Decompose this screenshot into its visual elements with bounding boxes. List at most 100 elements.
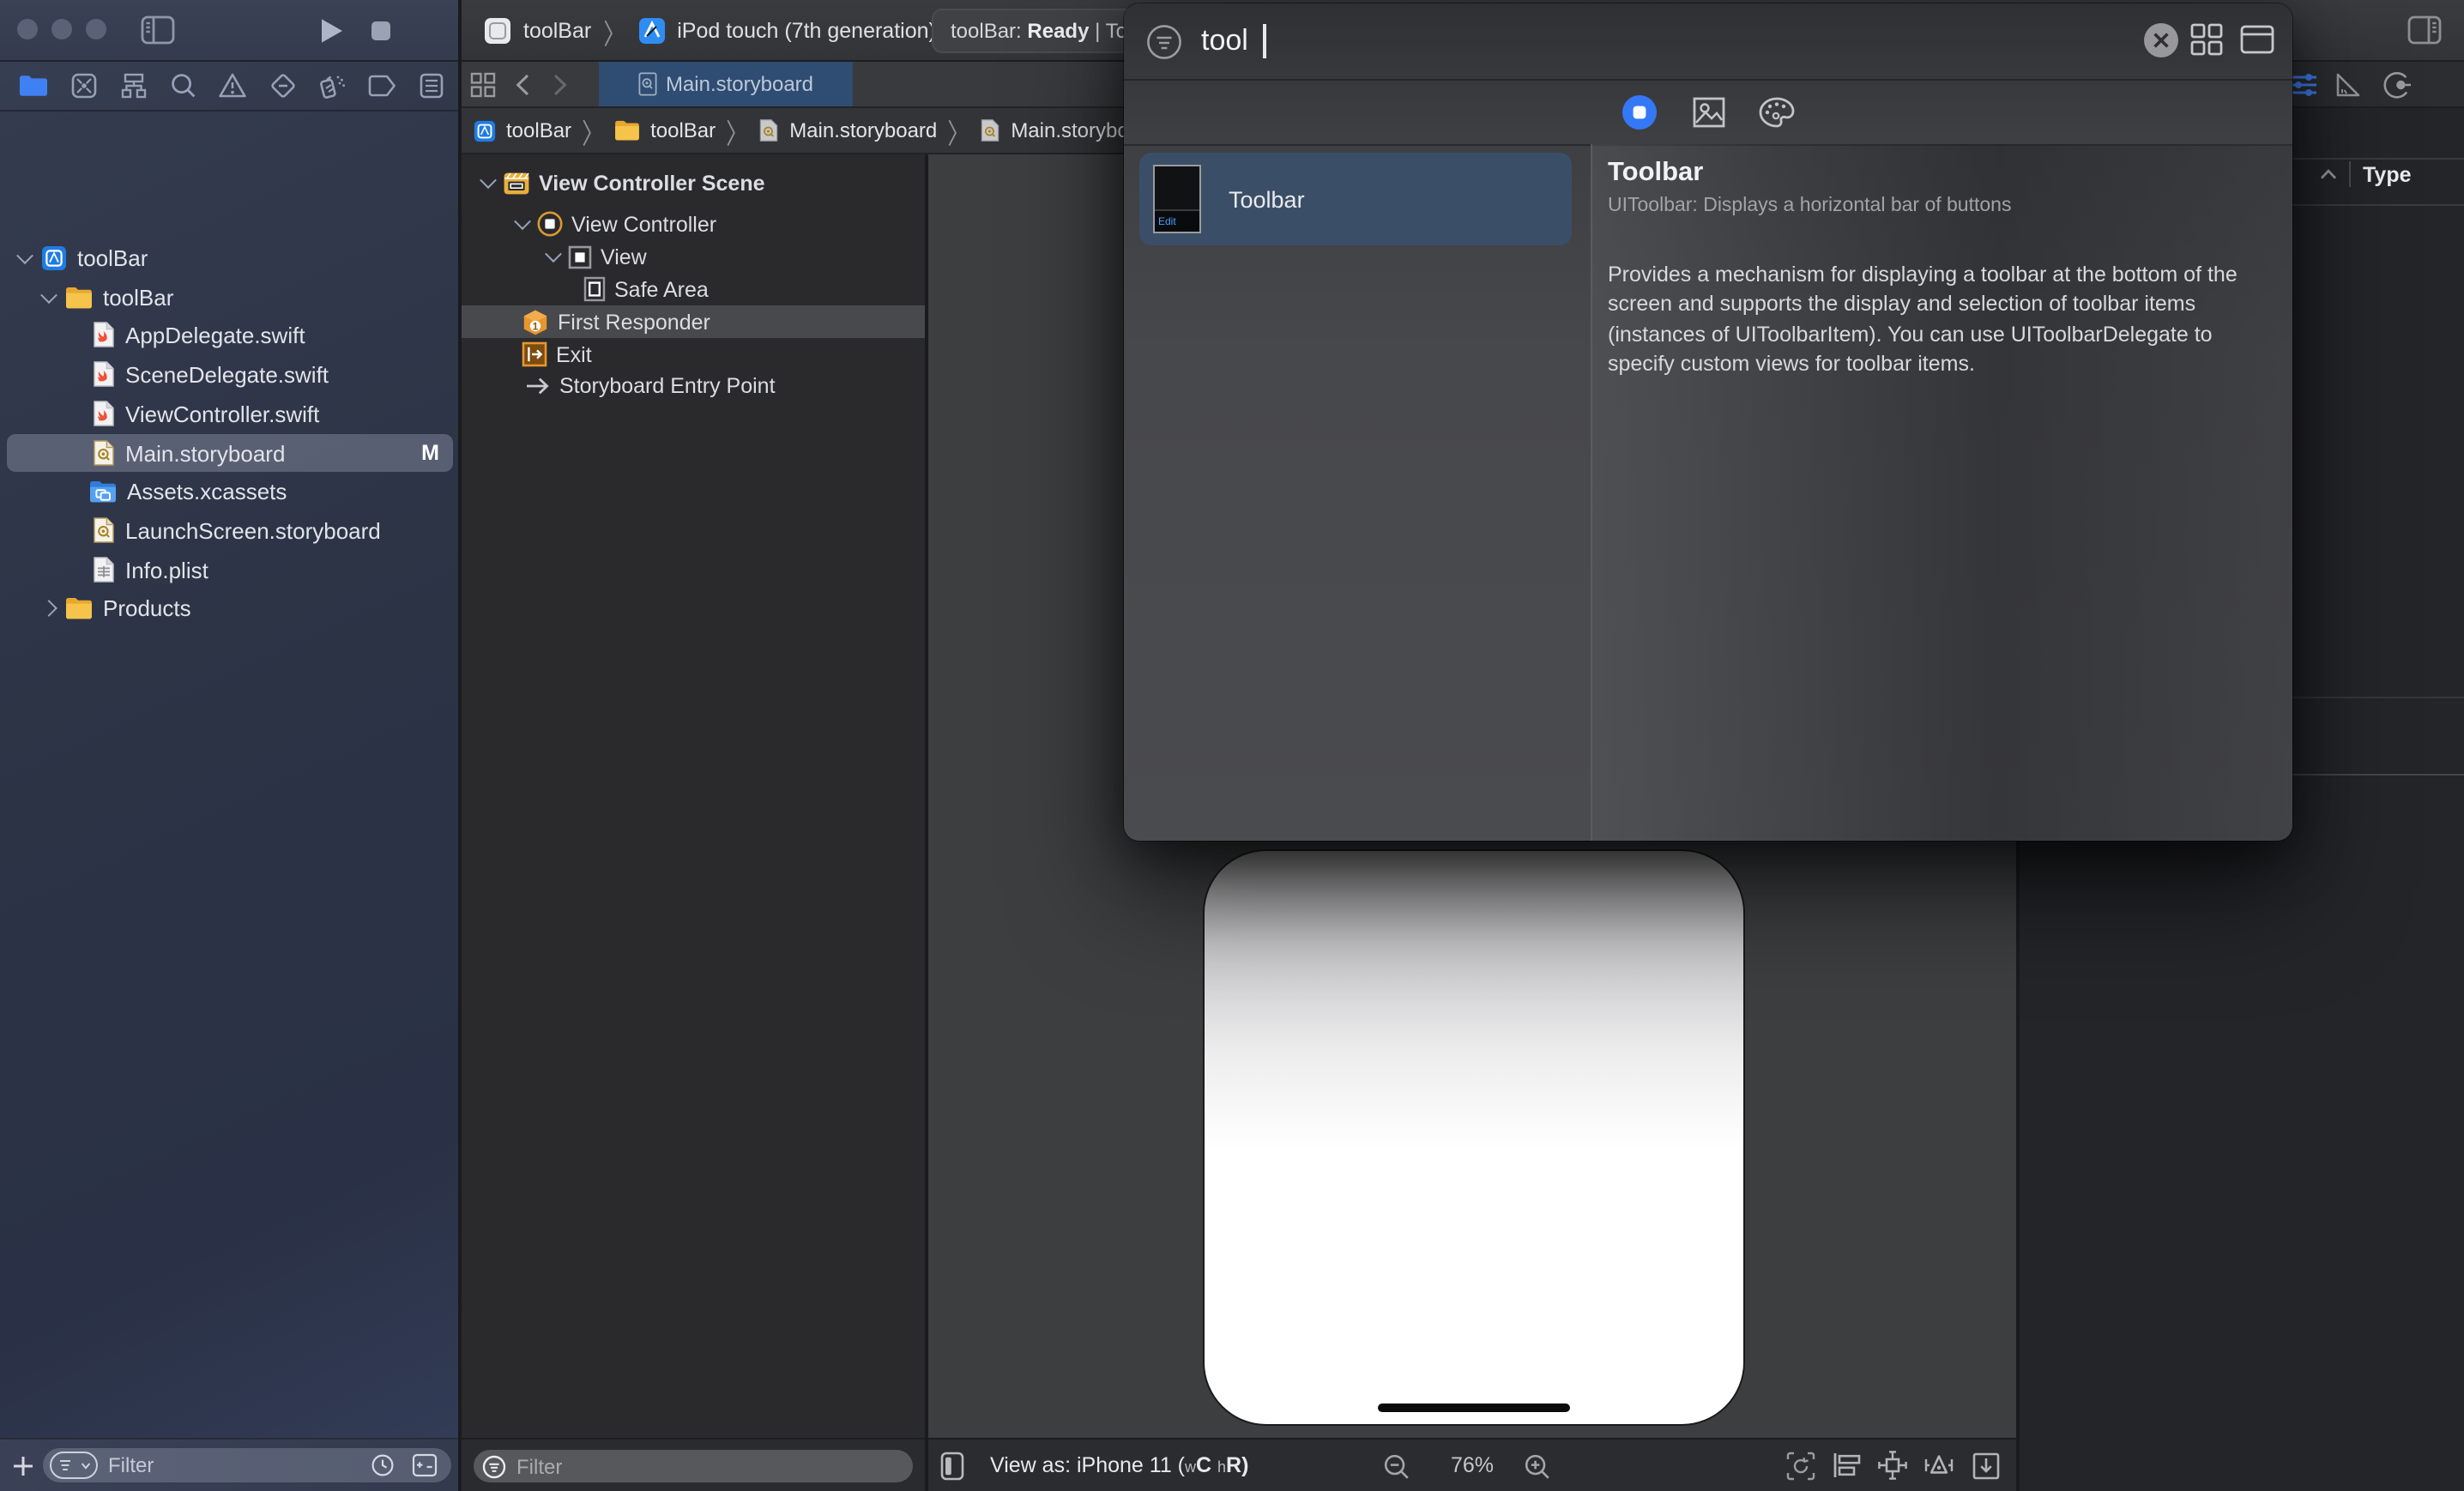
outline-label: View Controller Scene <box>539 171 765 195</box>
tab-grid-icon <box>470 72 496 98</box>
tab-connections-inspector[interactable] <box>2382 70 2413 100</box>
list-view-button[interactable] <box>2239 22 2275 57</box>
tab-report-navigator[interactable] <box>407 61 456 111</box>
first-responder-icon: 1 <box>522 308 549 335</box>
app-scheme-icon <box>484 17 511 45</box>
filter-scope-icon[interactable] <box>50 1452 98 1479</box>
minimize-window-button[interactable] <box>51 19 72 39</box>
source-control-icon <box>69 72 97 100</box>
zoom-in-button[interactable] <box>1524 1453 1551 1481</box>
storyboard-file-icon <box>93 516 115 544</box>
disclosure-closed-icon[interactable] <box>40 599 57 616</box>
tab-breakpoint-navigator[interactable] <box>357 61 407 111</box>
source-control-status-filter-button[interactable] <box>412 1453 438 1477</box>
tab-symbol-navigator[interactable] <box>108 61 158 111</box>
file-label: Products <box>103 595 191 620</box>
recent-files-filter-button[interactable] <box>371 1453 395 1477</box>
outline-row-view-controller[interactable]: View Controller <box>460 208 927 240</box>
resolve-issues-icon <box>1923 1452 1954 1479</box>
disclosure-open-icon[interactable] <box>480 172 497 189</box>
outline-splitter[interactable] <box>925 154 928 1491</box>
tab-media-library[interactable] <box>1690 93 1728 130</box>
outline-label: Safe Area <box>614 277 709 301</box>
outline-label: Exit <box>556 342 592 366</box>
library-result-toolbar[interactable]: Edit Toolbar <box>1139 153 1572 245</box>
navigator-row-viewcontroller[interactable]: ViewController.swift <box>0 395 460 432</box>
breadcrumb[interactable]: toolBar <box>650 118 716 142</box>
editor-tab-main-storyboard[interactable]: Main.storyboard <box>599 62 853 106</box>
tab-issue-navigator[interactable] <box>208 61 257 111</box>
toggle-outline-button[interactable] <box>940 1452 964 1481</box>
outline-row-first-responder[interactable]: 1 First Responder <box>460 305 927 338</box>
tab-objects-library[interactable] <box>1620 93 1658 130</box>
close-window-button[interactable] <box>17 19 38 39</box>
zoom-level[interactable]: 76% <box>1441 1453 1503 1477</box>
navigator-row-assets[interactable]: Assets.xcassets <box>0 472 460 510</box>
width-class: C <box>1196 1453 1217 1477</box>
plus-minus-box-icon <box>412 1453 438 1477</box>
outline-filter-field[interactable]: Filter <box>474 1450 913 1482</box>
go-forward-button[interactable] <box>553 74 568 96</box>
outline-row-view[interactable]: View <box>460 240 927 273</box>
embed-in-button[interactable] <box>1972 1452 2001 1481</box>
file-label: SceneDelegate.swift <box>125 361 329 387</box>
zoom-out-button[interactable] <box>1383 1453 1410 1481</box>
clear-search-button[interactable] <box>2143 22 2179 58</box>
tab-color-library[interactable] <box>1759 93 1797 130</box>
size-ruler-icon <box>2334 70 2363 100</box>
navigator-row-scenedelegate[interactable]: SceneDelegate.swift <box>0 355 460 393</box>
asset-catalog-icon <box>89 480 117 502</box>
navigator-filter-field[interactable]: Filter <box>43 1448 451 1482</box>
navigator-row-products[interactable]: Products <box>0 589 460 626</box>
view-as-control[interactable]: View as: iPhone 11 (wC hR) <box>990 1453 1248 1477</box>
outline-label: View <box>601 244 647 269</box>
outline-filter-bar: Filter <box>460 1438 927 1491</box>
disclosure-open-icon[interactable] <box>514 213 531 230</box>
inspector-section-header[interactable]: Type <box>2320 161 2412 187</box>
navigator-row-infoplist[interactable]: Info.plist <box>0 551 460 589</box>
resolve-autolayout-button[interactable] <box>1923 1452 1954 1479</box>
breadcrumb[interactable]: Main.storyboard <box>789 118 937 142</box>
stop-button[interactable] <box>371 21 391 41</box>
disclosure-open-icon[interactable] <box>545 245 562 263</box>
grid-view-button[interactable] <box>2189 22 2224 57</box>
tab-source-control[interactable] <box>58 61 108 111</box>
file-label: toolBar <box>103 284 173 310</box>
outline-row-exit[interactable]: Exit <box>460 338 927 371</box>
breadcrumb[interactable]: toolBar <box>506 118 571 142</box>
library-search-input[interactable] <box>1201 24 1853 58</box>
align-button[interactable] <box>1833 1452 1862 1479</box>
navigator-row-project-root[interactable]: toolBar <box>0 238 460 276</box>
tab-overview-button[interactable] <box>470 72 496 98</box>
tab-attributes-inspector[interactable] <box>2289 70 2318 100</box>
toggle-left-sidebar-button[interactable] <box>141 15 175 45</box>
add-constraints-button[interactable] <box>1877 1450 1908 1481</box>
navigator-row-launchscreen[interactable]: LaunchScreen.storyboard <box>0 511 460 549</box>
tab-find-navigator[interactable] <box>158 61 208 111</box>
library-detail: Toolbar UIToolbar: Displays a horizontal… <box>1608 144 2277 379</box>
navigator-row-appdelegate[interactable]: AppDelegate.swift <box>0 316 460 353</box>
disclosure-open-icon[interactable] <box>40 286 57 303</box>
view-controller-preview[interactable] <box>1205 851 1743 1424</box>
zoom-window-button[interactable] <box>86 19 106 39</box>
update-frames-button[interactable] <box>1786 1452 1815 1481</box>
outline-row-scene[interactable]: View Controller Scene <box>460 166 927 199</box>
tab-project-navigator[interactable] <box>9 61 58 111</box>
pin-constraints-icon <box>1877 1450 1908 1481</box>
navigator-row-main-storyboard[interactable]: Main.storyboard M <box>0 434 460 472</box>
navigator-row-group-toolbar[interactable]: toolBar <box>0 278 460 316</box>
outline-row-safe-area[interactable]: Safe Area <box>460 273 927 305</box>
tab-size-inspector[interactable] <box>2334 70 2363 100</box>
go-back-button[interactable] <box>515 74 530 96</box>
toggle-right-sidebar-button[interactable] <box>2407 15 2442 45</box>
embed-icon <box>1972 1452 2001 1481</box>
navigator-splitter[interactable] <box>458 0 462 1491</box>
scheme-selector[interactable]: toolBar 〉 iPod touch (7th generation) <box>484 0 936 62</box>
add-file-button[interactable] <box>12 1455 34 1477</box>
outline-row-entry-point[interactable]: Storyboard Entry Point <box>460 369 927 401</box>
disclosure-open-icon[interactable] <box>16 246 33 263</box>
tab-test-navigator[interactable] <box>257 61 307 111</box>
run-button[interactable] <box>319 17 345 45</box>
tab-debug-navigator[interactable] <box>307 61 357 111</box>
folder-icon <box>19 74 48 98</box>
